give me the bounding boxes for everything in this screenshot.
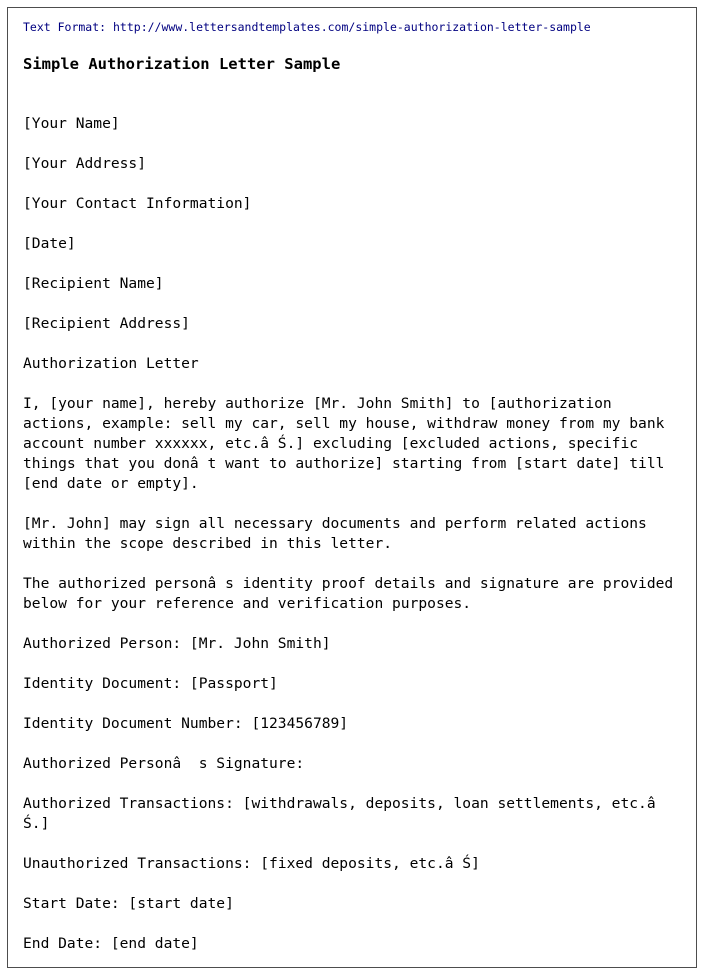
source-url-line: Text Format: http://www.lettersandtempla…	[23, 20, 591, 34]
field-date: [Date]	[23, 235, 76, 252]
field-unauthorized-transactions: Unauthorized Transactions: [fixed deposi…	[23, 855, 480, 872]
body-paragraph-1: I, [your name], hereby authorize [Mr. Jo…	[23, 395, 674, 492]
letter-subject: Authorization Letter	[23, 355, 199, 372]
field-recipient-address: [Recipient Address]	[23, 315, 190, 332]
field-authorized-person-signature: Authorized Personâ s Signature:	[23, 755, 305, 772]
document-body: Text Format: http://www.lettersandtempla…	[8, 8, 696, 967]
document-page: Text Format: http://www.lettersandtempla…	[7, 7, 697, 968]
field-your-contact-information: [Your Contact Information]	[23, 195, 252, 212]
field-identity-document-number: Identity Document Number: [123456789]	[23, 715, 349, 732]
body-paragraph-2: [Mr. John] may sign all necessary docume…	[23, 515, 656, 552]
body-paragraph-3: The authorized personâ s identity proof …	[23, 575, 682, 612]
field-your-address: [Your Address]	[23, 155, 147, 172]
field-recipient-name: [Recipient Name]	[23, 275, 164, 292]
field-start-date: Start Date: [start date]	[23, 895, 234, 912]
field-authorized-transactions: Authorized Transactions: [withdrawals, d…	[23, 795, 665, 832]
document-title: Simple Authorization Letter Sample	[23, 55, 341, 73]
field-your-name: [Your Name]	[23, 115, 120, 132]
field-authorized-person: Authorized Person: [Mr. John Smith]	[23, 635, 331, 652]
field-end-date: End Date: [end date]	[23, 935, 199, 952]
field-identity-document: Identity Document: [Passport]	[23, 675, 278, 692]
